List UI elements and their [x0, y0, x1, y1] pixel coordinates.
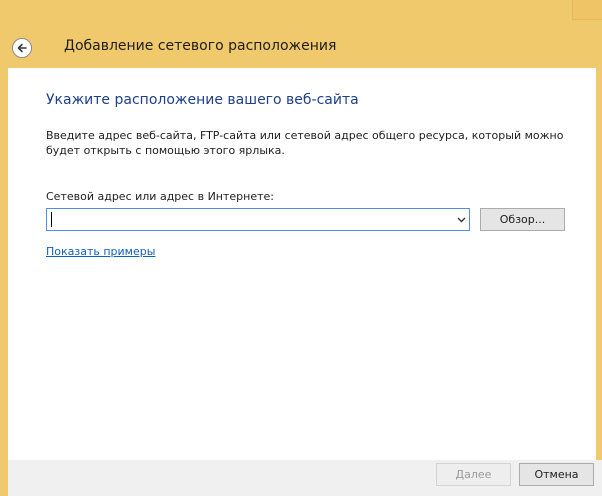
wizard-content: Укажите расположение вашего веб-сайта Вв…	[8, 68, 596, 460]
close-button[interactable]	[572, 0, 602, 20]
text-caret	[51, 212, 52, 227]
back-button[interactable]	[12, 38, 32, 58]
description-text: Введите адрес веб-сайта, FTP-сайта или с…	[46, 129, 564, 157]
address-label: Сетевой адрес или адрес в Интернете:	[46, 190, 274, 203]
back-arrow-icon	[17, 43, 27, 53]
wizard-footer: Далее Отмена	[8, 460, 602, 496]
next-button[interactable]: Далее	[436, 463, 511, 486]
address-input[interactable]	[51, 211, 441, 228]
show-examples-link[interactable]: Показать примеры	[46, 245, 155, 258]
wizard-header: Добавление сетевого расположения	[8, 26, 602, 68]
cancel-button[interactable]: Отмена	[519, 463, 594, 486]
chevron-down-icon[interactable]	[453, 209, 469, 230]
address-combobox[interactable]	[46, 208, 470, 231]
main-instruction: Укажите расположение вашего веб-сайта	[46, 92, 359, 108]
window-title: Добавление сетевого расположения	[64, 38, 337, 54]
browse-button[interactable]: Обзор...	[480, 208, 565, 231]
wizard-window: Добавление сетевого расположения Укажите…	[0, 0, 602, 496]
